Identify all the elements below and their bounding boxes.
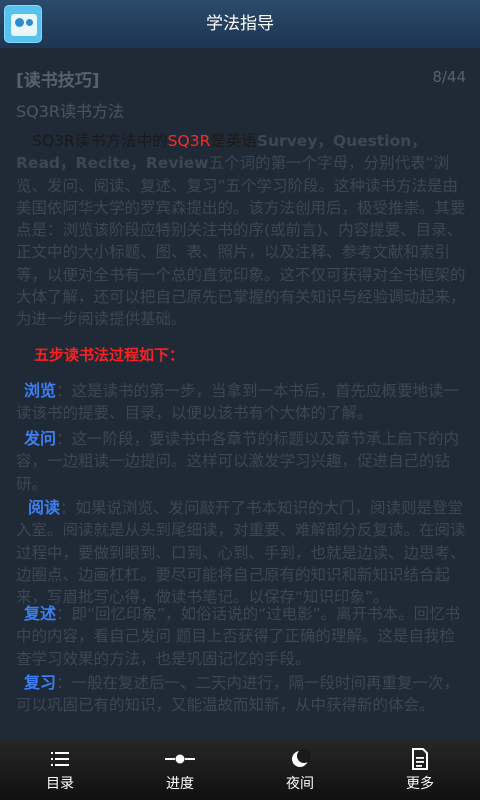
steps-title: 五步读书法过程如下： (34, 346, 185, 364)
step-label: 复习 (24, 673, 57, 692)
step-text: ：即“回忆印象”，如俗话说的“过电影”。离开书本。回忆书中的内容，看自己发问 题… (16, 605, 461, 668)
tab-label: 更多 (406, 776, 434, 792)
step-paragraph: 阅读：如果说浏览、发问敲开了书本知识的大门，阅读则是登堂入室。阅读就是从头到尾细… (16, 497, 466, 608)
tab-catalog[interactable]: 目录 (0, 740, 120, 800)
tab-progress[interactable]: 进度 (120, 740, 240, 800)
step-paragraph: 发问：这一阶段，要读书中各章节的标题以及章节承上启下的内容，一边粗读一边提问。这… (16, 428, 466, 495)
intro-mid: 是英语 (210, 132, 257, 150)
page-title: 学法指导 (206, 14, 274, 34)
step-label: 发问 (24, 429, 57, 448)
moon-icon (290, 747, 310, 771)
bottom-nav: 目录 进度 夜间 更多 (0, 740, 480, 800)
reader-content[interactable]: [读书技巧] 8/44 SQ3R读书方法 SQ3R读书方法中的SQ3R是英语Su… (14, 48, 466, 740)
step-label: 复述 (24, 604, 57, 623)
section-tag: [读书技巧] (16, 71, 100, 91)
step-paragraph: 浏览：这是读书的第一步，当拿到一本书后，首先应概要地读一读该书的提要、目录，以便… (16, 380, 466, 425)
intro-highlight: SQ3R (167, 132, 211, 150)
step-paragraph: 复述：即“回忆印象”，如俗话说的“过电影”。离开书本。回忆书中的内容，看自己发问… (16, 603, 466, 670)
list-icon (49, 747, 71, 771)
step-label: 浏览 (24, 381, 57, 400)
tab-night-mode[interactable]: 夜间 (240, 740, 360, 800)
page-indicator: 8/44 (432, 68, 466, 86)
intro-lead: SQ3R读书方法中的 (32, 132, 168, 150)
progress-slider-icon (165, 747, 195, 771)
document-icon (411, 747, 429, 771)
article-subtitle: SQ3R读书方法 (16, 102, 125, 121)
tab-label: 夜间 (286, 776, 314, 792)
step-text: ：如果说浏览、发问敲开了书本知识的大门，阅读则是登堂入室。阅读就是从头到尾细读，… (16, 499, 466, 607)
content-header: [读书技巧] 8/44 (16, 66, 466, 91)
title-bar: 学法指导 (0, 0, 480, 48)
intro-rest: 五个词的第一个字母，分别代表“浏览、发问、阅读、复述、复习”五个学习阶段。这种读… (16, 154, 466, 329)
tab-more[interactable]: 更多 (360, 740, 480, 800)
tab-label: 目录 (46, 776, 74, 792)
intro-paragraph: SQ3R读书方法中的SQ3R是英语Survey，Question，Read，Re… (16, 130, 466, 331)
step-text: ：这是读书的第一步，当拿到一本书后，首先应概要地读一读该书的提要、目录，以便以该… (16, 382, 460, 423)
step-text: ：一般在复述后一、二天内进行，隔一段时间再重复一次，可以巩固已有的知识，又能温故… (16, 674, 460, 715)
tab-label: 进度 (166, 776, 194, 792)
step-paragraph: 复习：一般在复述后一、二天内进行，隔一段时间再重复一次，可以巩固已有的知识，又能… (16, 672, 466, 717)
step-label: 阅读 (28, 498, 61, 517)
step-text: ：这一阶段，要读书中各章节的标题以及章节承上启下的内容，一边粗读一边提问。这样可… (16, 430, 460, 493)
